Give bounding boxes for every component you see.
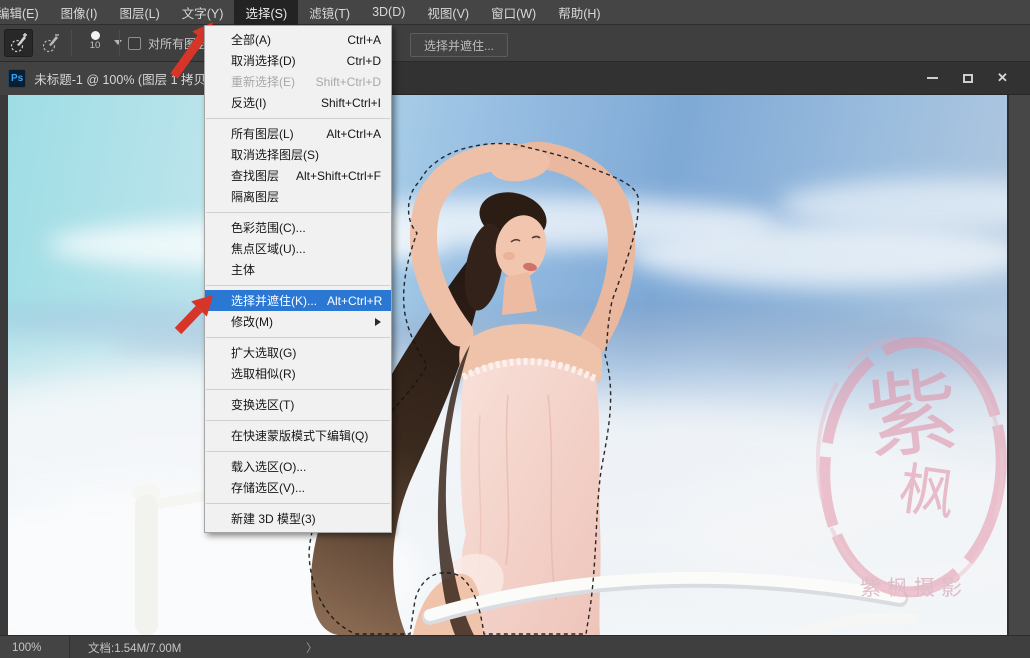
menu-item-deselect[interactable]: 取消选择(D) Ctrl+D: [205, 50, 391, 71]
document-tab[interactable]: Ps 未标题-1 @ 100% (图层 1 拷贝: [0, 62, 206, 95]
menu-image[interactable]: 图像(I): [50, 0, 109, 26]
menu-layer[interactable]: 图层(L): [108, 0, 170, 26]
menu-item-load-selection[interactable]: 载入选区(O)...: [205, 456, 391, 477]
menu-separator: [206, 337, 390, 338]
menu-item-reselect: 重新选择(E) Shift+Ctrl+D: [205, 71, 391, 92]
watermark-char-zi: 紫: [861, 357, 964, 473]
menu-separator: [206, 451, 390, 452]
menu-3d[interactable]: 3D(D): [361, 1, 416, 23]
menu-select[interactable]: 选择(S): [234, 0, 298, 26]
menu-separator: [206, 420, 390, 421]
menu-separator: [206, 389, 390, 390]
menu-item-all-layers[interactable]: 所有图层(L) Alt+Ctrl+A: [205, 123, 391, 144]
photo-illustration: 紫 枫 紫枫摄影: [8, 95, 1007, 635]
menu-item-inverse[interactable]: 反选(I) Shift+Ctrl+I: [205, 92, 391, 113]
brush-preview-icon: [91, 31, 100, 40]
watermark-studio-text: 紫枫摄影: [860, 577, 968, 600]
brush-size-value: 10: [78, 41, 112, 50]
photoshop-file-icon: Ps: [8, 69, 26, 88]
pasteboard: [1007, 95, 1030, 635]
menu-item-color-range[interactable]: 色彩范围(C)...: [205, 217, 391, 238]
menu-item-modify[interactable]: 修改(M): [205, 311, 391, 332]
menu-filter[interactable]: 滤镜(T): [298, 0, 361, 26]
submenu-arrow-icon: [375, 318, 381, 326]
menu-item-grow[interactable]: 扩大选取(G): [205, 342, 391, 363]
photoshop-window: 编辑(E) 图像(I) 图层(L) 文字(Y) 选择(S) 滤镜(T) 3D(D…: [0, 0, 1030, 658]
quick-selection-subtract-icon: [40, 32, 62, 54]
minimize-icon: [927, 77, 938, 79]
menu-separator: [206, 118, 390, 119]
menu-type[interactable]: 文字(Y): [171, 0, 235, 26]
status-bar: 100% 文档:1.54M/7.00M 〉: [0, 635, 1030, 658]
menu-item-isolate-layers[interactable]: 隔离图层: [205, 186, 391, 207]
menu-separator: [206, 503, 390, 504]
close-icon: ✕: [997, 70, 1008, 86]
status-expander-icon[interactable]: 〉: [306, 640, 318, 656]
menu-view[interactable]: 视图(V): [416, 0, 480, 26]
select-and-mask-button[interactable]: 选择并遮住...: [410, 33, 508, 57]
menu-item-similar[interactable]: 选取相似(R): [205, 363, 391, 384]
menu-edit[interactable]: 编辑(E): [0, 0, 50, 26]
menu-item-focus-area[interactable]: 焦点区域(U)...: [205, 238, 391, 259]
canvas-photo[interactable]: 紫 枫 紫枫摄影: [8, 95, 1007, 635]
menu-separator: [206, 285, 390, 286]
quick-selection-new-button[interactable]: [4, 29, 33, 57]
menu-item-select-and-mask[interactable]: 选择并遮住(K)... Alt+Ctrl+R: [205, 290, 391, 311]
watermark-char-feng: 枫: [895, 457, 960, 529]
menu-window[interactable]: 窗口(W): [480, 0, 547, 26]
quick-selection-add-icon: [8, 32, 30, 54]
menu-item-quick-mask-mode[interactable]: 在快速蒙版模式下编辑(Q): [205, 425, 391, 446]
menu-item-find-layers[interactable]: 查找图层 Alt+Shift+Ctrl+F: [205, 165, 391, 186]
sample-all-layers-checkbox[interactable]: [128, 37, 141, 50]
canvas-area: 紫 枫 紫枫摄影: [0, 95, 1030, 635]
document-size-info: 文档:1.54M/7.00M: [88, 640, 181, 656]
menu-item-save-selection[interactable]: 存储选区(V)...: [205, 477, 391, 498]
options-divider: [71, 30, 72, 56]
close-button[interactable]: ✕: [987, 67, 1018, 89]
options-bar: 10 对所有图层取样 选择并遮住...: [0, 25, 1030, 62]
menu-bar: 编辑(E) 图像(I) 图层(L) 文字(Y) 选择(S) 滤镜(T) 3D(D…: [0, 0, 1030, 25]
window-controls: ✕: [917, 67, 1018, 89]
chevron-down-icon: [114, 40, 122, 45]
maximize-icon: [963, 74, 973, 83]
menu-help[interactable]: 帮助(H): [547, 0, 611, 26]
brush-size-picker[interactable]: 10: [78, 28, 112, 59]
zoom-level-field[interactable]: 100%: [0, 636, 70, 658]
menu-separator: [206, 212, 390, 213]
menu-item-subject[interactable]: 主体: [205, 259, 391, 280]
options-divider: [119, 30, 120, 56]
menu-item-transform-selection[interactable]: 变换选区(T): [205, 394, 391, 415]
menu-item-deselect-layers[interactable]: 取消选择图层(S): [205, 144, 391, 165]
document-tab-bar: Ps 未标题-1 @ 100% (图层 1 拷贝 ✕: [0, 62, 1030, 95]
select-menu-dropdown: 全部(A) Ctrl+A 取消选择(D) Ctrl+D 重新选择(E) Shif…: [204, 25, 392, 533]
quick-selection-subtract-button[interactable]: [36, 29, 65, 57]
menu-item-new-3d-extrusion[interactable]: 新建 3D 模型(3): [205, 508, 391, 529]
document-title: 未标题-1 @ 100% (图层 1 拷贝: [34, 69, 206, 88]
maximize-button[interactable]: [952, 67, 983, 89]
menu-item-all[interactable]: 全部(A) Ctrl+A: [205, 29, 391, 50]
minimize-button[interactable]: [917, 67, 948, 89]
